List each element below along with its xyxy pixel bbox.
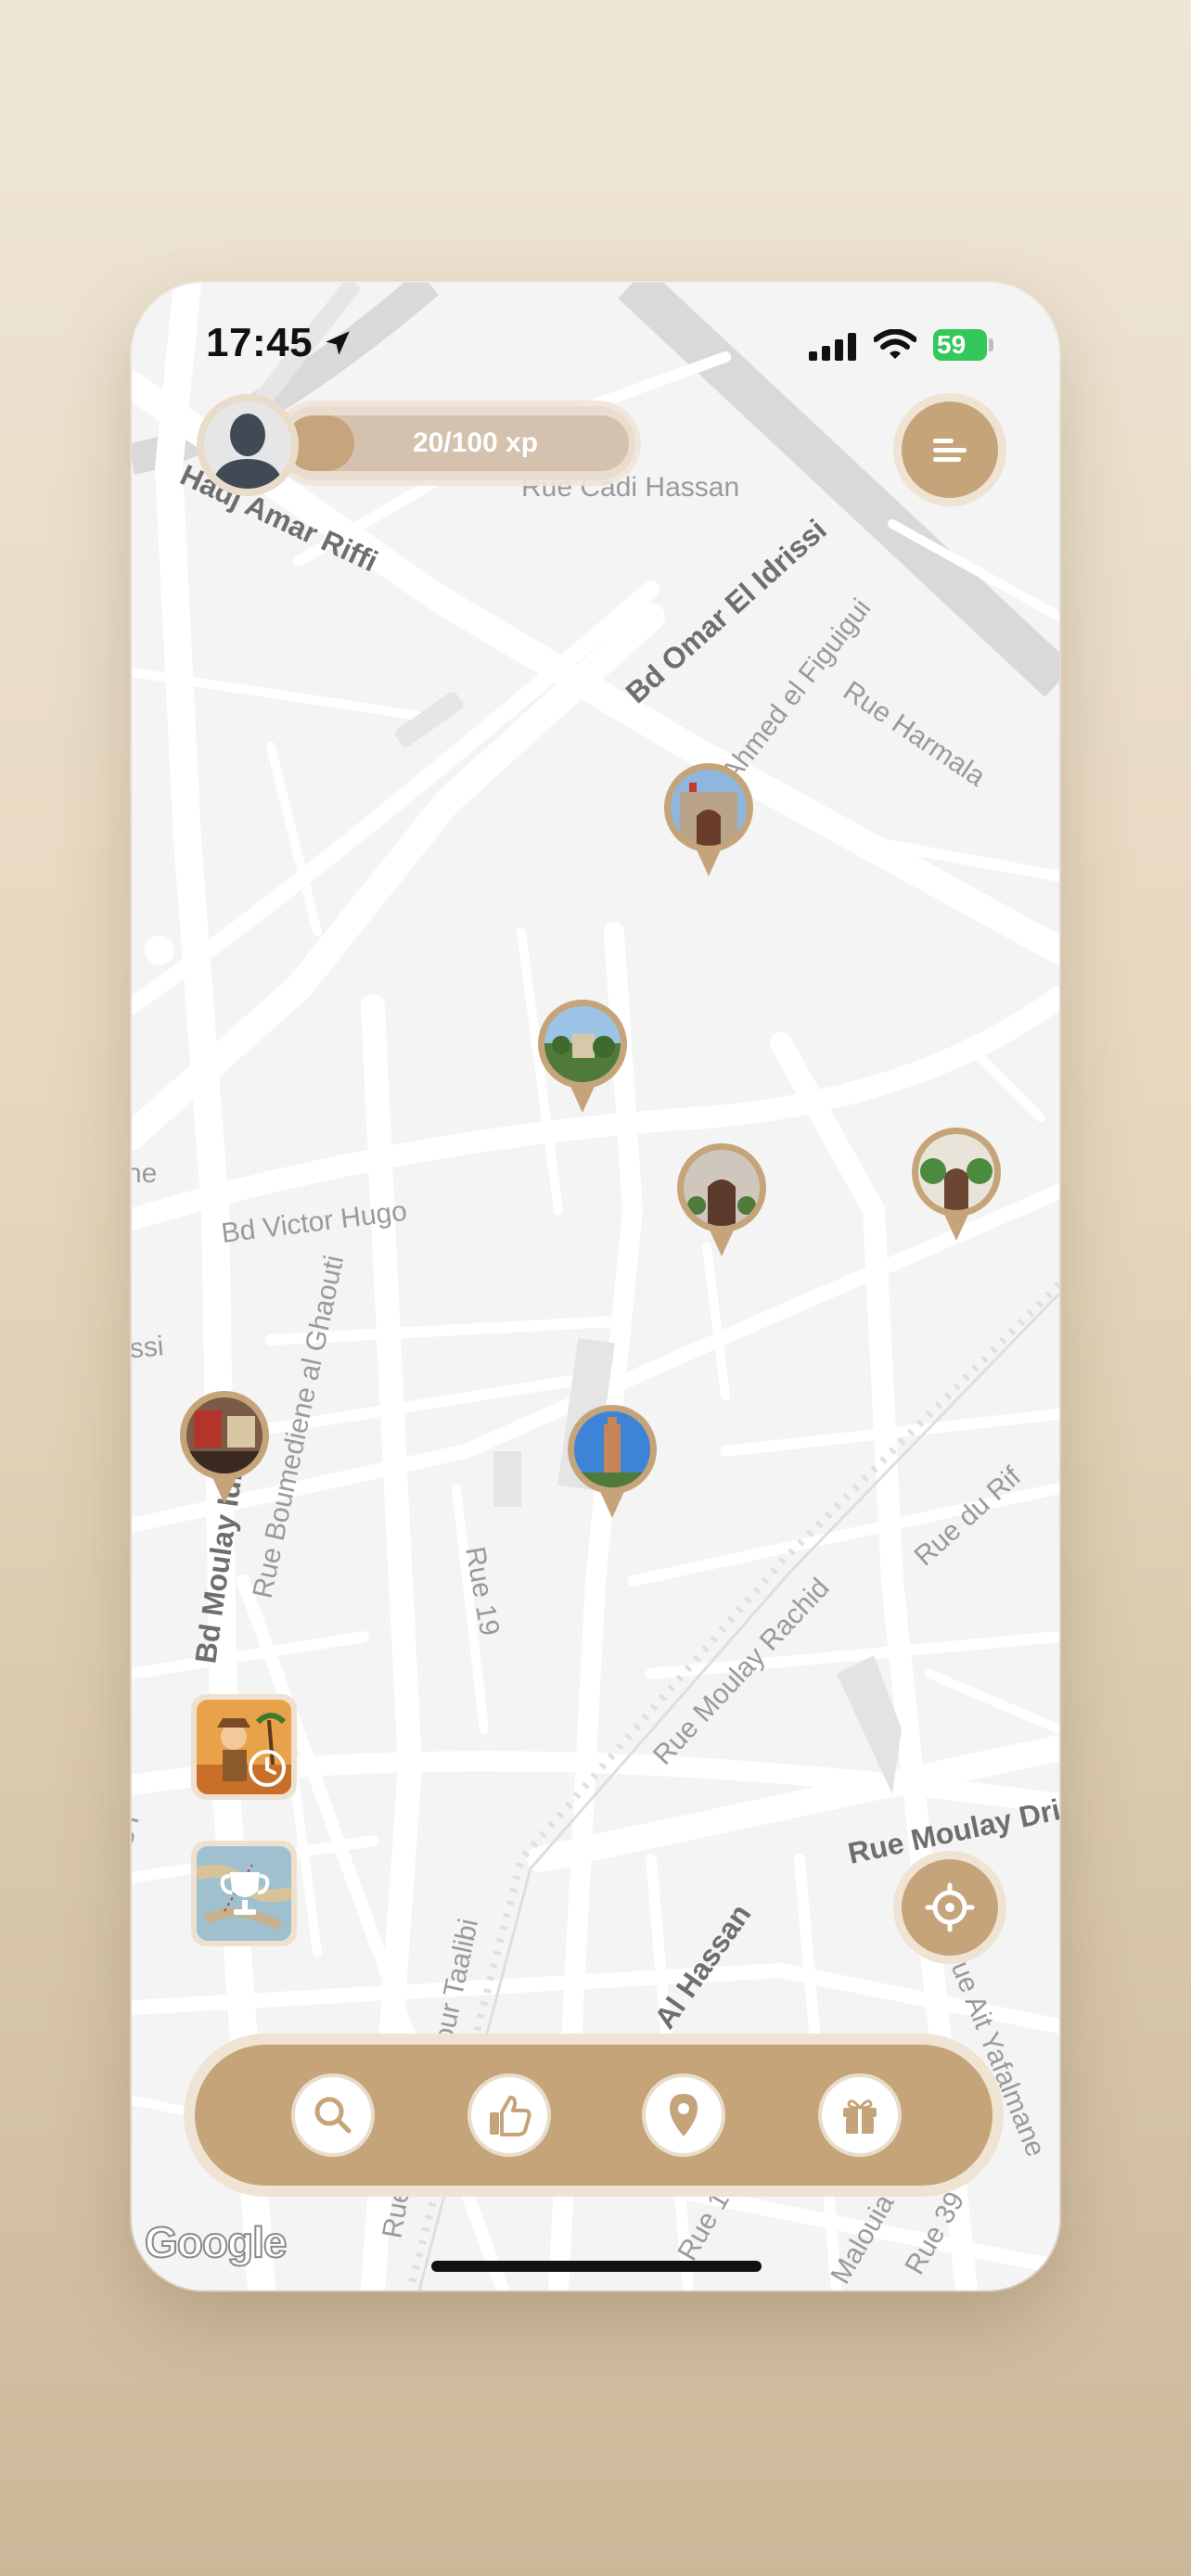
map-pin-minaret-landmark[interactable] [568, 1405, 657, 1522]
wifi-icon [874, 329, 916, 359]
map-pin-courtyard-landmark[interactable] [912, 1128, 1001, 1244]
profile-avatar[interactable] [197, 394, 299, 496]
battery-indicator: 59 [933, 329, 987, 361]
street-label: issi [132, 1331, 165, 1365]
trophy-icon [220, 1872, 270, 1915]
landmark-photo [544, 1006, 621, 1082]
search-icon [314, 2097, 352, 2134]
battery-level: 59 [937, 330, 967, 359]
user-silhouette-icon [204, 402, 291, 489]
menu-button[interactable] [902, 402, 998, 498]
home-indicator[interactable] [431, 2261, 762, 2272]
nav-places-button[interactable] [642, 2073, 725, 2157]
google-attribution: Google [144, 2217, 288, 2267]
clock-icon [249, 1750, 286, 1787]
thumbs-up-icon [490, 2096, 531, 2136]
map-pin-gate-landmark[interactable] [664, 763, 753, 880]
nav-rewards-button[interactable] [818, 2073, 902, 2157]
location-arrow-icon [326, 331, 350, 355]
nav-search-button[interactable] [291, 2073, 375, 2157]
map-view[interactable]: Rue Cadi Hassan Hadj Amar Riffi Bd Omar … [132, 283, 1059, 2290]
street-label: ne [132, 1158, 157, 1189]
status-bar: 17:45 59 [132, 320, 1059, 376]
status-time: 17:45 [206, 320, 314, 365]
map-pin-market-landmark[interactable] [180, 1391, 269, 1508]
landmark-photo [918, 1134, 994, 1210]
landmark-photo [574, 1411, 650, 1487]
xp-text: 20/100 xp [412, 427, 539, 458]
phone-screen: Rue Cadi Hassan Hadj Amar Riffi Bd Omar … [132, 283, 1059, 2290]
bottom-navigation [195, 2045, 992, 2186]
battery-cap [989, 338, 993, 351]
landmark-photo [671, 770, 747, 846]
nav-recommended-button[interactable] [467, 2073, 551, 2157]
recenter-location-button[interactable] [902, 1859, 998, 1956]
map-pin-riad-door-landmark[interactable] [677, 1143, 766, 1260]
signal-icon [809, 333, 856, 361]
menu-lines-icon [933, 439, 967, 462]
map-pin-garden-landmark[interactable] [538, 1000, 627, 1116]
landmark-photo [186, 1397, 263, 1473]
explorer-challenge-card[interactable] [191, 1694, 297, 1800]
crosshair-icon [925, 1882, 975, 1932]
xp-progress-bar: 20/100 xp [278, 406, 635, 480]
location-pin-icon [670, 2094, 698, 2136]
map-trophy-card[interactable] [191, 1841, 297, 1946]
landmark-photo [684, 1150, 760, 1226]
gift-icon [843, 2099, 877, 2134]
